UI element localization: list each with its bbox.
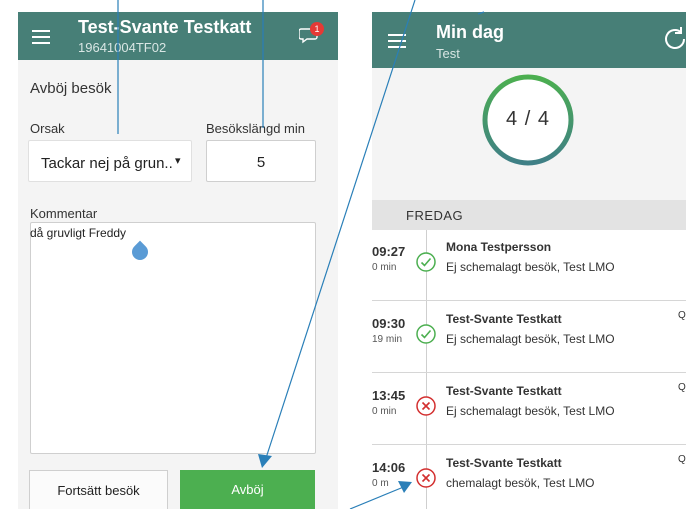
visit-client-name: Test-Svante Testkatt [446, 312, 562, 326]
comment-field[interactable] [30, 222, 316, 454]
day-label: FREDAG [406, 208, 464, 223]
menu-icon[interactable] [388, 34, 406, 48]
visit-client-name: Test-Svante Testkatt [446, 456, 562, 470]
check-circle-icon [416, 324, 436, 344]
search-icon[interactable]: Q [678, 454, 686, 465]
page-title: Min dag [436, 22, 504, 42]
visit-length-field[interactable]: 5 [206, 140, 316, 182]
visit-time: 14:06 [372, 460, 406, 475]
visit-client-name: Mona Testpersson [446, 240, 552, 254]
comment-label: Kommentar [30, 206, 98, 221]
visit-time: 09:30 [372, 316, 406, 331]
visit-description: chemalagt besök, Test LMO [446, 476, 595, 490]
page-title: Avböj besök [30, 80, 112, 97]
chat-badge: 1 [310, 22, 324, 36]
day-header: FREDAG [372, 200, 686, 230]
page-subtitle: Test [436, 46, 460, 61]
refresh-icon[interactable] [660, 24, 686, 54]
visit-length-value: 5 [256, 154, 266, 171]
reason-select[interactable]: Tackar nej på grun.. ▾ [28, 140, 192, 182]
visit-duration: 0 m [372, 478, 389, 489]
continue-visit-button[interactable]: Fortsätt besök [29, 470, 168, 509]
reason-select-value: Tackar nej på grun.. [41, 155, 173, 172]
visit-description: Ej schemalagt besök, Test LMO [446, 404, 615, 418]
visit-row[interactable]: 13:45 0 min Test-Svante Testkatt Ej schemal… [372, 374, 686, 445]
check-circle-icon [416, 252, 436, 272]
reject-visit-screen: Test-Svante Testkatt 19641004TF02 1 Avbö… [18, 12, 338, 509]
chevron-down-icon: ▾ [175, 155, 181, 167]
client-name: Test-Svante Testkatt [78, 17, 252, 37]
client-id: 19641004TF02 [78, 40, 167, 55]
reason-label: Orsak [30, 121, 65, 136]
x-circle-icon [416, 468, 436, 488]
visit-time: 09:27 [372, 244, 406, 259]
search-icon[interactable]: Q [678, 382, 686, 393]
visit-description: Ej schemalagt besök, Test LMO [446, 260, 615, 274]
progress-panel: 4 / 4 [372, 68, 686, 200]
my-day-screen: Min dag Test 4 / 4 FREDAG 09:27 0 min Mona… [372, 12, 686, 509]
visit-client-name: Test-Svante Testkatt [446, 384, 562, 398]
visit-duration: 0 min [372, 406, 397, 417]
app-bar: Test-Svante Testkatt 19641004TF02 1 [18, 12, 338, 60]
visit-duration: 0 min [372, 262, 397, 273]
length-label: Besökslängd min [206, 121, 305, 136]
visit-list: 09:27 0 min Mona Testpersson Ej schemalagt … [372, 230, 686, 509]
menu-icon[interactable] [32, 30, 50, 44]
visit-row[interactable]: 14:06 0 m Test-Svante Testkatt chemalagt be… [372, 446, 686, 509]
visit-row[interactable]: 09:30 19 min Test-Svante Testkatt Ej schema… [372, 302, 686, 373]
visit-description: Ej schemalagt besök, Test LMO [446, 332, 615, 346]
visit-duration: 19 min [372, 334, 403, 345]
app-bar: Min dag Test [372, 12, 686, 68]
x-circle-icon [416, 396, 436, 416]
visit-time: 13:45 [372, 388, 406, 403]
progress-text: 4 / 4 [506, 108, 550, 130]
reject-button[interactable]: Avböj [180, 470, 315, 509]
search-icon[interactable]: Q [678, 310, 686, 321]
comment-value: då gruvligt Freddy [30, 226, 127, 240]
visit-row[interactable]: 09:27 0 min Mona Testpersson Ej schemalagt … [372, 230, 686, 301]
